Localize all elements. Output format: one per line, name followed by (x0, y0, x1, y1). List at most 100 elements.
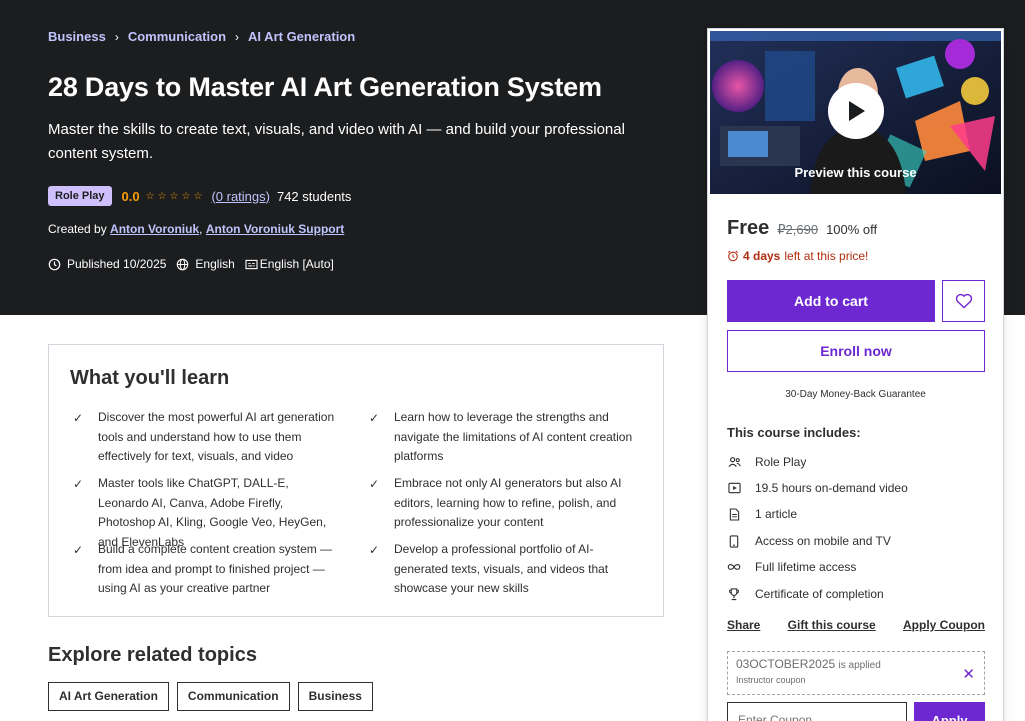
created-by: Created by Anton Voroniuk, Anton Voroniu… (48, 222, 344, 236)
chevron-right-icon: › (114, 29, 119, 44)
what-youll-learn-box: What you'll learn ✓ Discover the most po… (48, 344, 664, 617)
topic-business[interactable]: Business (297, 682, 373, 711)
money-back-guarantee: 30-Day Money-Back Guarantee (785, 389, 926, 400)
breadcrumb-business[interactable]: Business (48, 29, 106, 44)
preview-label: Preview this course (794, 165, 917, 180)
course-captions: English [Auto] (245, 257, 334, 271)
learn-item-text: Discover the most powerful AI art genera… (98, 410, 335, 463)
coupon-applied-text: is applied (838, 660, 881, 671)
chevron-right-icon: › (235, 29, 240, 44)
check-icon: ✓ (369, 543, 380, 557)
learn-title: What you'll learn (70, 367, 230, 389)
topic-ai-art-generation[interactable]: AI Art Generation (48, 682, 169, 711)
coupon-type: Instructor coupon (736, 675, 806, 685)
related-topics: AI Art Generation Communication Business (48, 682, 381, 711)
breadcrumb-communication[interactable]: Communication (128, 29, 226, 44)
play-button[interactable] (828, 83, 884, 139)
current-price: Free (727, 217, 770, 239)
learn-item: ✓ Develop a professional portfolio of AI… (366, 540, 636, 599)
includes-title: This course includes: (727, 425, 861, 440)
ratings-link[interactable]: (0 ratings) (211, 189, 270, 204)
language-text: English (195, 257, 235, 271)
created-label: Created by (48, 222, 107, 236)
course-subtitle: Master the skills to create text, visual… (48, 121, 625, 162)
purchase-sidebar: Preview this course Free ₽2,690 100% off… (707, 28, 1004, 721)
check-icon: ✓ (369, 477, 380, 491)
coupon-code: 03OCTOBER2025 (736, 657, 836, 671)
include-item-label: Role Play (755, 455, 807, 469)
captions-text: English [Auto] (259, 257, 334, 271)
include-item-label: 1 article (755, 507, 798, 521)
include-item-label: 19.5 hours on-demand video (755, 481, 908, 495)
course-language: English (176, 257, 235, 271)
check-icon: ✓ (73, 543, 84, 557)
learn-item: ✓ Embrace not only AI generators but als… (366, 474, 636, 533)
alert-clock-icon (48, 258, 61, 271)
include-item-role-play: Role Play (727, 455, 806, 469)
learn-item-text: Develop a professional portfolio of AI-g… (394, 542, 609, 595)
article-icon (727, 507, 741, 521)
apply-coupon-button[interactable]: Apply (914, 702, 985, 721)
breadcrumb: Business › Communication › AI Art Genera… (48, 29, 355, 44)
add-to-cart-button[interactable]: Add to cart (727, 280, 935, 322)
closed-captions-icon (245, 259, 258, 270)
breadcrumb-ai-art-generation[interactable]: AI Art Generation (248, 29, 355, 44)
price-row: Free ₽2,690 100% off (727, 217, 877, 240)
video-icon (727, 482, 741, 494)
learn-item: ✓ Discover the most powerful AI art gene… (70, 408, 340, 467)
enroll-now-button[interactable]: Enroll now (727, 330, 985, 372)
alarm-clock-icon (727, 250, 739, 262)
wishlist-button[interactable] (942, 280, 985, 322)
instructor-link-anton[interactable]: Anton Voroniuk (110, 222, 199, 236)
check-icon: ✓ (73, 477, 84, 491)
check-icon: ✓ (369, 411, 380, 425)
coupon-code-line: 03OCTOBER2025 is applied (736, 657, 976, 671)
course-meta: Published 10/2025 English English [Auto] (48, 257, 344, 271)
rating-row: Role Play 0.0 ☆☆☆☆☆ (0 ratings) 742 stud… (48, 186, 351, 206)
learn-item: ✓ Learn how to leverage the strengths an… (366, 408, 636, 467)
play-icon (849, 101, 865, 121)
gift-course-link[interactable]: Gift this course (788, 618, 876, 632)
star-rating-icon: ☆☆☆☆☆ (145, 190, 206, 202)
original-price: ₽2,690 (777, 222, 819, 237)
include-item-article: 1 article (727, 507, 797, 521)
role-play-icon (727, 456, 741, 468)
role-play-badge: Role Play (48, 186, 112, 206)
explore-topics-title: Explore related topics (48, 644, 257, 666)
learn-item-text: Learn how to leverage the strengths and … (394, 410, 633, 463)
include-item-label: Full lifetime access (755, 560, 857, 574)
timer-text: left at this price! (784, 249, 869, 263)
instructor-separator: , (199, 222, 203, 236)
discount-label: 100% off (826, 222, 878, 237)
timer-days: 4 days (743, 249, 781, 263)
include-item-video: 19.5 hours on-demand video (727, 481, 908, 495)
share-link[interactable]: Share (727, 618, 760, 632)
infinity-icon (727, 563, 741, 571)
trophy-icon (727, 587, 741, 601)
include-item-lifetime: Full lifetime access (727, 560, 856, 574)
topic-communication[interactable]: Communication (176, 682, 290, 711)
include-item-label: Certificate of completion (755, 587, 884, 601)
sidebar-links: Share Gift this course Apply Coupon (727, 618, 985, 632)
include-item-certificate: Certificate of completion (727, 587, 884, 601)
learn-item: ✓ Build a complete content creation syst… (70, 540, 340, 599)
published-text: Published 10/2025 (67, 257, 167, 271)
remove-coupon-close-icon[interactable]: ✕ (962, 665, 975, 683)
students-count: 742 students (276, 188, 352, 204)
heart-icon (955, 293, 972, 309)
learn-item-text: Master tools like ChatGPT, DALL-E, Leona… (98, 476, 327, 549)
globe-icon (176, 258, 189, 271)
coupon-input[interactable] (727, 702, 907, 721)
learn-item-text: Build a complete content creation system… (98, 542, 333, 595)
include-item-mobile: Access on mobile and TV (727, 534, 891, 548)
course-preview-video[interactable]: Preview this course (710, 31, 1001, 194)
price-timer: 4 days left at this price! (727, 249, 868, 263)
applied-coupon-box: 03OCTOBER2025 is applied Instructor coup… (727, 651, 985, 695)
learn-item-text: Embrace not only AI generators but also … (394, 476, 622, 529)
apply-coupon-link[interactable]: Apply Coupon (903, 618, 985, 632)
course-title: 28 Days to Master AI Art Generation Syst… (48, 72, 602, 102)
mobile-icon (727, 534, 741, 548)
instructor-link-support[interactable]: Anton Voroniuk Support (206, 222, 344, 236)
published-date: Published 10/2025 (48, 257, 166, 271)
include-item-label: Access on mobile and TV (755, 534, 891, 548)
